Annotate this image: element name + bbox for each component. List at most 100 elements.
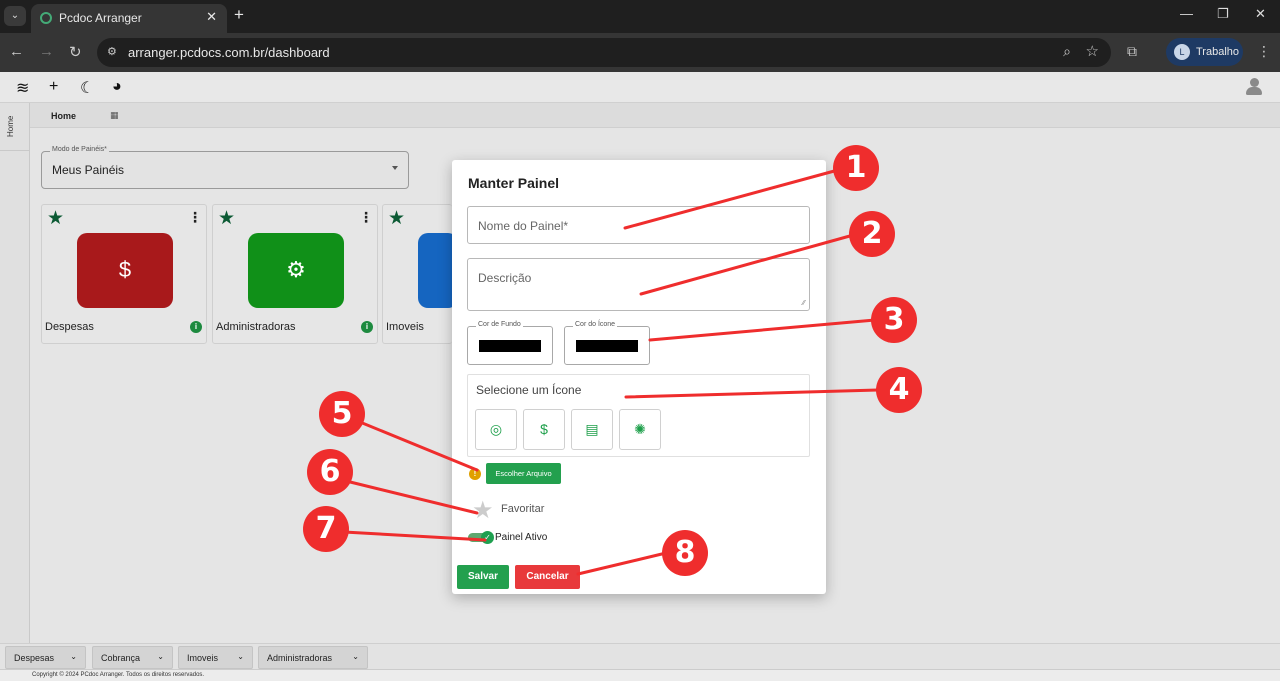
bottom-tab-despesas[interactable]: Despesas ⌄	[5, 646, 86, 669]
annotation-badge: 7	[303, 506, 349, 552]
description-textarea[interactable]: Descrição ⁄⁄	[467, 258, 810, 311]
panel-card[interactable]: ★ ⋮ ⚙ Administradoras i	[212, 204, 378, 344]
zoom-icon[interactable]: ⌕	[1063, 43, 1071, 60]
panel-card[interactable]: ★ Imoveis	[382, 204, 458, 344]
reload-icon[interactable]: ↻	[69, 43, 82, 61]
annotation-badge: 5	[319, 391, 365, 437]
info-icon[interactable]: i	[361, 321, 373, 333]
choose-file-button[interactable]: Escolher Arquivo	[486, 463, 561, 484]
annotation-badge: 3	[871, 297, 917, 343]
profile-name: Trabalho	[1196, 46, 1240, 58]
rail-divider	[0, 150, 30, 151]
address-bar: ← → ↻ ⚙ arranger.pcdocs.com.br/dashboard…	[0, 33, 1280, 72]
back-icon[interactable]: ←	[9, 43, 24, 60]
dialog-title: Manter Painel	[468, 175, 560, 191]
app-toolbar: ≋ + ☾ ◕	[0, 72, 1280, 103]
panel-mode-select[interactable]: Modo de Painéis* Meus Painéis	[41, 146, 409, 189]
panel-card[interactable]: ★ ⋮ $ Despesas i	[41, 204, 207, 344]
chevron-down-icon	[392, 166, 398, 170]
tab-close-icon[interactable]: ✕	[206, 9, 217, 25]
favorite-label: Favoritar	[501, 503, 545, 515]
money-hand-icon[interactable]: $	[523, 409, 565, 450]
annotation-badge: 2	[849, 211, 895, 257]
window-close-icon[interactable]: ✕	[1255, 6, 1266, 22]
url-input[interactable]: ⚙ arranger.pcdocs.com.br/dashboard ⌕ ☆	[97, 38, 1111, 67]
panel-mode-label: Modo de Painéis*	[50, 146, 109, 153]
panel-card-label: Despesas	[45, 321, 94, 333]
layers-icon[interactable]: ≋	[16, 78, 29, 98]
icon-color-label: Cor do Ícone	[573, 321, 618, 328]
minimize-icon[interactable]: —	[1180, 6, 1193, 21]
panel-tile[interactable]: ⚙	[248, 233, 344, 308]
annotation-badge: 4	[876, 367, 922, 413]
footer: Copyright © 2024 PCdoc Arranger. Todos o…	[0, 669, 1280, 681]
breadcrumb: Home ▦	[30, 103, 1280, 128]
new-tab-icon[interactable]: +	[234, 5, 244, 25]
side-rail	[0, 103, 30, 643]
background-color-swatch	[479, 340, 541, 352]
grid-icon: ▦	[110, 110, 119, 120]
annotation-badge: 8	[662, 530, 708, 576]
extensions-icon[interactable]: ⧉	[1127, 43, 1137, 60]
add-icon[interactable]: +	[49, 78, 58, 96]
warning-icon: !	[469, 468, 481, 480]
active-toggle[interactable]: ✓	[468, 531, 494, 544]
more-options-icon[interactable]: ⋮	[188, 209, 202, 226]
bottom-tab-administradoras[interactable]: Administradoras ⌄	[258, 646, 368, 669]
pie-chart-icon[interactable]: ◕	[112, 78, 122, 96]
site-info-icon[interactable]: ⚙	[107, 45, 123, 59]
save-button[interactable]: Salvar	[457, 565, 509, 589]
more-options-icon[interactable]: ⋮	[359, 209, 373, 226]
panel-name-input[interactable]: Nome do Painel*	[467, 206, 810, 244]
icon-color-picker[interactable]: Cor do Ícone	[564, 321, 650, 365]
favorite-star-icon[interactable]: ★	[218, 207, 235, 230]
profile-button[interactable]: L Trabalho	[1166, 38, 1243, 66]
manter-painel-dialog: Manter Painel Nome do Painel* Descrição …	[452, 160, 826, 594]
icon-color-swatch	[576, 340, 638, 352]
panel-tile[interactable]: $	[77, 233, 173, 308]
bookmark-star-icon[interactable]: ☆	[1086, 42, 1099, 60]
panel-name-placeholder: Nome do Painel*	[478, 219, 569, 233]
target-icon[interactable]: ◎	[475, 409, 517, 450]
copyright-text: Copyright © 2024 PCdoc Arranger. Todos o…	[32, 672, 205, 678]
panel-mode-value: Meus Painéis	[52, 163, 125, 177]
panel-card-label: Imoveis	[386, 321, 424, 333]
money-hand-icon: $	[118, 257, 132, 282]
avatar: L	[1174, 44, 1190, 60]
panel-card-label: Administradoras	[216, 321, 296, 333]
tab-search-icon[interactable]: ⌄	[4, 6, 26, 26]
forward-icon[interactable]: →	[39, 43, 54, 60]
icon-selector: Selecione um Ícone ◎ $ ▤ ✺	[467, 374, 810, 457]
url-text: arranger.pcdocs.com.br/dashboard	[128, 45, 330, 60]
description-placeholder: Descrição	[478, 271, 532, 285]
restore-icon[interactable]: ❐	[1217, 6, 1229, 22]
rail-home-tab[interactable]: Home	[6, 116, 15, 137]
background-color-label: Cor de Fundo	[476, 321, 523, 328]
breadcrumb-home[interactable]: Home	[51, 111, 76, 121]
bottom-tab-imoveis[interactable]: Imoveis ⌄	[178, 646, 253, 669]
browser-tab-strip: ⌄ Pcdoc Arranger ✕ + — ❐ ✕	[0, 0, 1280, 33]
icon-selector-title: Selecione um Ícone	[476, 383, 582, 397]
tab-title: Pcdoc Arranger	[59, 11, 142, 25]
annotation-badge: 6	[307, 449, 353, 495]
browser-tab[interactable]: Pcdoc Arranger ✕	[31, 4, 227, 33]
user-icon[interactable]	[1246, 78, 1262, 96]
resize-handle-icon[interactable]: ⁄⁄	[803, 300, 805, 307]
info-icon[interactable]: i	[190, 321, 202, 333]
bottom-tab-cobranca[interactable]: Cobrança ⌄	[92, 646, 173, 669]
check-icon: ✓	[481, 531, 494, 544]
active-label: Painel Ativo	[495, 532, 548, 543]
cancel-button[interactable]: Cancelar	[515, 565, 580, 589]
site-favicon-icon	[40, 12, 52, 24]
bottom-tab-bar: Despesas ⌄ Cobrança ⌄ Imoveis ⌄ Administrad…	[0, 643, 1280, 669]
user-settings-icon: ⚙	[286, 257, 306, 282]
favorite-star-icon[interactable]: ★	[47, 207, 64, 230]
browser-menu-icon[interactable]: ⋮	[1257, 43, 1271, 60]
bug-icon[interactable]: ✺	[619, 409, 661, 450]
dark-mode-icon[interactable]: ☾	[80, 78, 94, 98]
favorite-star-icon[interactable]: ★	[388, 207, 405, 230]
annotation-badge: 1	[833, 145, 879, 191]
favorite-star-icon[interactable]: ★	[472, 496, 494, 525]
chat-icon[interactable]: ▤	[571, 409, 613, 450]
background-color-picker[interactable]: Cor de Fundo	[467, 321, 553, 365]
